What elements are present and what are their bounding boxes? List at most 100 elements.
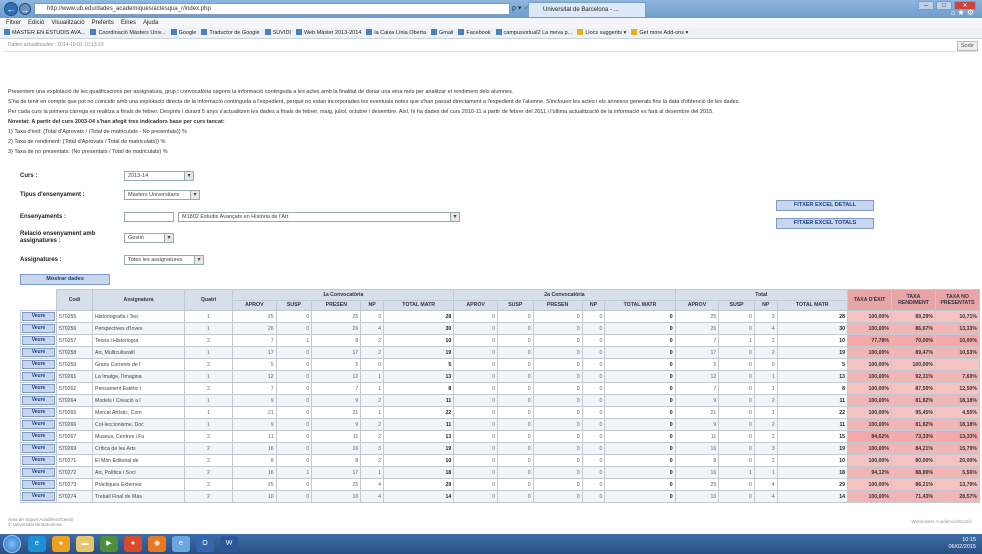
address-controls[interactable]: ρ ▾ ♂: [512, 4, 529, 12]
sortir-button[interactable]: Sortir: [956, 41, 978, 51]
total-cell: 0: [718, 406, 755, 420]
start-button[interactable]: [3, 535, 21, 553]
conv2-cell: 0: [532, 442, 583, 456]
minimize-icon[interactable]: –: [918, 1, 934, 10]
menu-item[interactable]: Eines: [121, 20, 136, 26]
firefox-icon[interactable]: ◉: [148, 536, 166, 552]
codi-cell: 570261: [56, 370, 93, 384]
ie-active-icon[interactable]: e: [172, 536, 190, 552]
conv1-cell: 5: [232, 358, 277, 372]
menu-item[interactable]: Visualització: [51, 20, 84, 26]
conv2-cell: 0: [581, 430, 606, 444]
conv2-cell: 0: [496, 382, 534, 396]
favorite-link[interactable]: SUVIDI: [265, 30, 291, 36]
chrome-icon[interactable]: ●: [52, 536, 70, 552]
folder-icon[interactable]: ▬: [76, 536, 94, 552]
veure-button[interactable]: Veure: [22, 444, 55, 454]
favorite-link[interactable]: Coordinació Màsters Univ...: [90, 30, 165, 36]
subheader-sub3: NP: [753, 299, 778, 312]
veure-button[interactable]: Veure: [22, 324, 55, 334]
veure-button[interactable]: Veure: [22, 396, 55, 406]
veure-button[interactable]: Veure: [22, 372, 55, 382]
menu-item[interactable]: Ajuda: [143, 20, 158, 26]
rate-cell: 80,00%: [891, 454, 936, 468]
veure-button[interactable]: Veure: [22, 312, 55, 322]
total-cell: 19: [776, 442, 849, 456]
conv1-cell: 11: [383, 418, 455, 432]
ie-icon[interactable]: e: [28, 536, 46, 552]
table-row: Veure 570273 Pràctiques Externes 2 25 0 25 4 29 0…: [20, 478, 980, 492]
rate-cell: 18,18%: [935, 418, 980, 432]
veure-button[interactable]: Veure: [22, 408, 55, 418]
veure-cell: Veure: [20, 454, 57, 468]
total-cell: 21: [674, 406, 720, 420]
rate-cell: 100,00%: [847, 322, 892, 336]
assignatures-select[interactable]: Totes les assignatures ▾: [124, 255, 204, 265]
star-icon[interactable]: ★: [957, 8, 964, 17]
tipus-select[interactable]: Màsters Universitaris ▾: [124, 190, 200, 200]
favorite-link[interactable]: Get more Add-ons ▾: [631, 30, 688, 36]
conv2-cell: 0: [532, 490, 583, 504]
menu-item[interactable]: Fitxer: [6, 20, 21, 26]
conv1-cell: 11: [311, 430, 362, 444]
rate-cell: 100,00%: [847, 418, 892, 432]
back-icon[interactable]: ←: [4, 2, 18, 16]
favorite-link[interactable]: Traductor de Google: [201, 30, 259, 36]
forward-icon[interactable]: →: [19, 3, 31, 15]
menu-item[interactable]: Preferits: [92, 20, 114, 26]
menu-item[interactable]: Edició: [28, 20, 44, 26]
veure-button[interactable]: Veure: [22, 348, 55, 358]
browser-tab[interactable]: Universitat de Barcelona - ...: [528, 2, 646, 17]
gear-icon[interactable]: ⚙: [967, 8, 974, 17]
intro-line-1: Presentem una explotació de les qualific…: [8, 89, 514, 95]
total-cell: 1: [718, 466, 755, 480]
intro-line-2: S'ha de tenir en compte que pot no coinc…: [8, 99, 740, 105]
favorite-link[interactable]: Gmail: [431, 30, 453, 36]
conv1-cell: 25: [311, 310, 362, 324]
veure-button[interactable]: Veure: [22, 480, 55, 490]
favorite-link[interactable]: Llocs suggerits ▾: [577, 30, 626, 36]
veure-button[interactable]: Veure: [22, 360, 55, 370]
conv2-cell: 0: [604, 406, 676, 420]
veure-button[interactable]: Veure: [22, 456, 55, 466]
media-icon[interactable]: ▶: [100, 536, 118, 552]
outlook-icon[interactable]: O: [196, 536, 214, 552]
favorite-link[interactable]: MASTER EN ESTUDIS AVA...: [4, 30, 85, 36]
rate-cell: 89,29%: [891, 310, 936, 324]
favorite-link[interactable]: campusvirtual2 La meva p...: [496, 30, 573, 36]
total-cell: 13: [776, 370, 849, 384]
curs-select[interactable]: 2013-14 ▾: [124, 171, 194, 181]
favorite-link[interactable]: Facebook: [458, 30, 490, 36]
home-icon[interactable]: ⌂: [950, 8, 955, 17]
address-bar[interactable]: http://www.ub.edu/dades_academiques/acte…: [34, 3, 510, 15]
conv2-cell: 0: [604, 478, 676, 492]
total-cell: 3: [753, 442, 778, 456]
veure-button[interactable]: Veure: [22, 492, 55, 502]
relacio-select[interactable]: Gestió ▾: [124, 233, 174, 243]
ensenyaments-code-input[interactable]: [124, 212, 174, 222]
conv2-cell: 0: [581, 382, 606, 396]
mostrar-dades-button[interactable]: Mostrar dades: [20, 274, 110, 285]
rate-cell: 81,82%: [891, 394, 936, 408]
curs-value: 2013-14: [128, 173, 149, 179]
veure-button[interactable]: Veure: [22, 468, 55, 478]
veure-button[interactable]: Veure: [22, 420, 55, 430]
table-row: Veure 570257 Teoria i Historiogra 2 7 1 8 2 10 0 0…: [20, 334, 980, 348]
conv1-cell: 2: [360, 454, 385, 468]
favorite-link[interactable]: Google: [171, 30, 197, 36]
toolbar-icons: ⌂ ★ ⚙: [950, 8, 974, 17]
excel-detall-button[interactable]: FITXER EXCEL DETALL: [776, 200, 874, 211]
quatri-cell: 2: [184, 490, 233, 504]
total-cell: 1: [753, 406, 778, 420]
favorite-link[interactable]: Web Màster 2013-2014: [296, 30, 361, 36]
total-cell: 15: [776, 430, 849, 444]
veure-button[interactable]: Veure: [22, 336, 55, 346]
app-icon[interactable]: ●: [124, 536, 142, 552]
favorite-link[interactable]: la Caixa Línia Oberta: [366, 30, 426, 36]
conv1-cell: 10: [383, 454, 455, 468]
word-icon[interactable]: W: [220, 536, 238, 552]
ensenyaments-select[interactable]: M1802 Estudis Avançats en Història de l'…: [178, 212, 460, 222]
veure-button[interactable]: Veure: [22, 432, 55, 442]
veure-button[interactable]: Veure: [22, 384, 55, 394]
excel-totals-button[interactable]: FITXER EXCEL TOTALS: [776, 218, 874, 229]
